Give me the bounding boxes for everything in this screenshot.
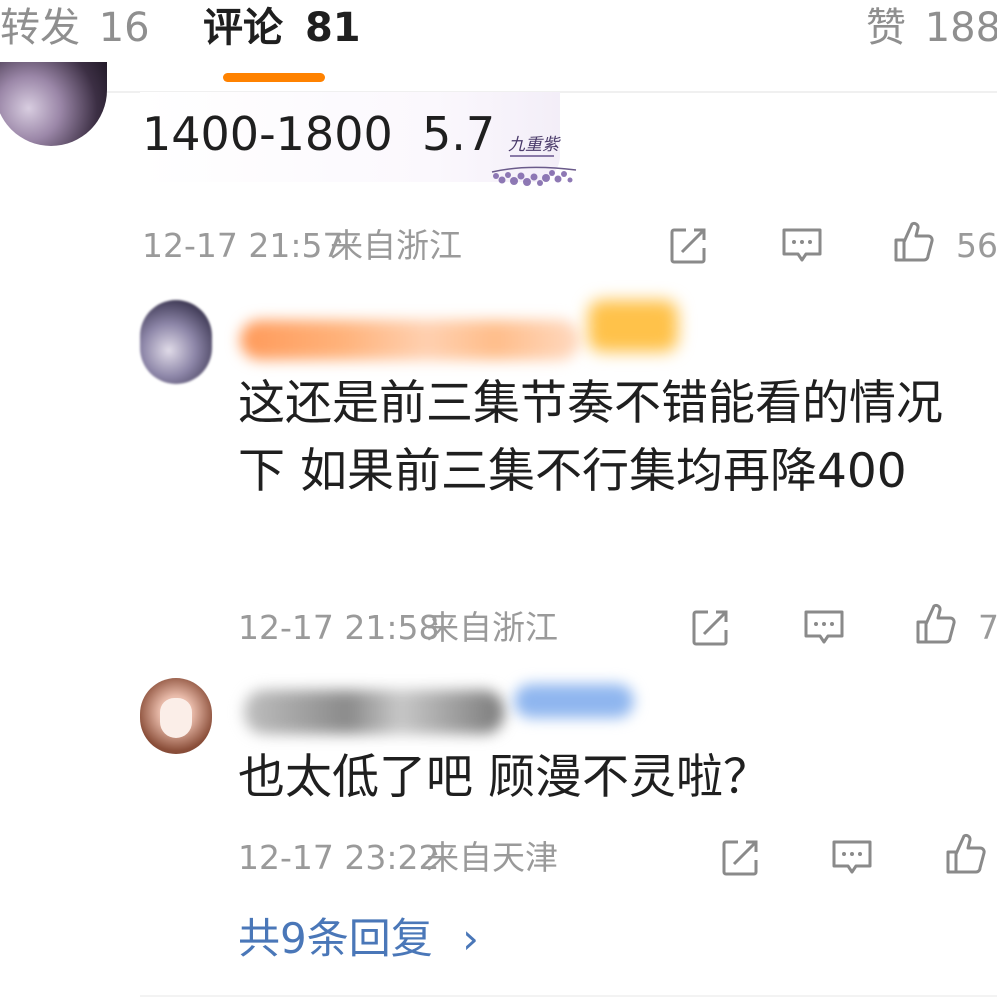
tab-reposts[interactable]: 转发 16 xyxy=(0,2,150,54)
comment-time: 12-17 21:57 xyxy=(142,226,344,265)
tab-reposts-label: 转发 xyxy=(0,5,80,51)
share-icon[interactable] xyxy=(718,836,762,880)
avatar[interactable] xyxy=(0,62,107,146)
divider xyxy=(140,995,997,997)
like-count: 7 xyxy=(978,608,997,647)
tab-comments-label: 评论 xyxy=(203,5,283,51)
tab-likes-count: 188 xyxy=(924,5,997,51)
username[interactable] xyxy=(240,320,580,360)
like-count: 56 xyxy=(956,226,997,265)
comment-icon[interactable] xyxy=(830,836,874,880)
tab-comments[interactable]: 评论 81 xyxy=(203,2,361,54)
more-replies-label: 共9条回复 xyxy=(238,914,433,963)
reply-time: 12-17 21:58 xyxy=(238,608,440,647)
reply-time: 12-17 23:22 xyxy=(238,838,440,877)
comment-location: 来自浙江 xyxy=(330,226,462,265)
stamp-text: 九重紫 xyxy=(508,135,561,155)
user-badge xyxy=(588,300,678,352)
share-icon[interactable] xyxy=(666,224,710,268)
tab-comments-count: 81 xyxy=(304,5,361,51)
like-icon[interactable] xyxy=(914,602,958,646)
comment-text: 1400-1800 5.7 xyxy=(142,107,496,161)
more-replies-link[interactable]: 共9条回复 › xyxy=(238,913,479,965)
username[interactable] xyxy=(244,690,504,734)
user-badge xyxy=(514,684,634,718)
avatar[interactable] xyxy=(140,300,212,384)
reply-location: 来自天津 xyxy=(426,838,558,877)
avatar[interactable] xyxy=(140,678,212,754)
active-tab-indicator xyxy=(223,73,325,82)
bubble-stamp-logo: 九重紫 xyxy=(486,128,582,192)
like-icon[interactable] xyxy=(892,220,936,264)
reply-text: 也太低了吧 顾漫不灵啦？ xyxy=(238,750,770,805)
like-icon[interactable] xyxy=(944,832,988,876)
tab-likes[interactable]: 赞 188 xyxy=(866,2,997,54)
comment-icon[interactable] xyxy=(780,224,824,268)
tab-reposts-count: 16 xyxy=(98,5,150,51)
reply-text: 这还是前三集节奏不错能看的情况下 如果前三集不行集均再降400 xyxy=(238,376,943,499)
share-icon[interactable] xyxy=(688,606,732,650)
chevron-right-icon: › xyxy=(462,914,479,963)
reply-location: 来自浙江 xyxy=(426,608,558,647)
comment-icon[interactable] xyxy=(802,606,846,650)
tab-likes-label: 赞 xyxy=(866,5,906,51)
